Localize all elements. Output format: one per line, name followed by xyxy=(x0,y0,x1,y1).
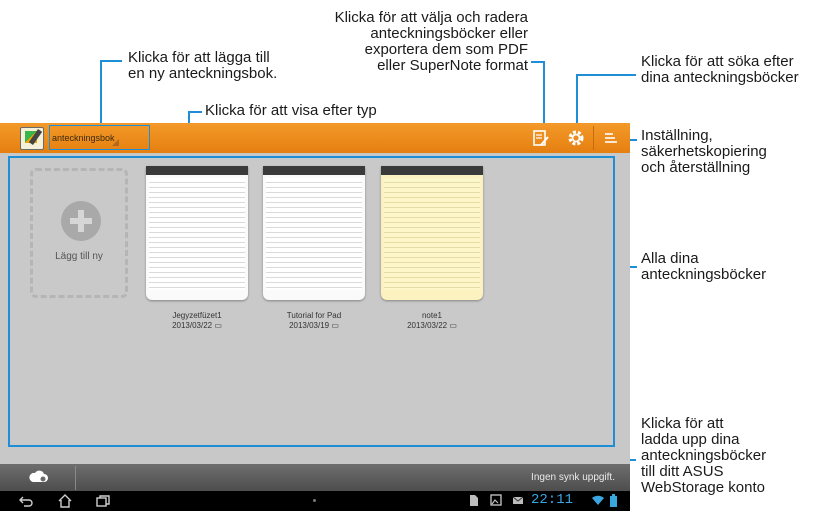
notebook-title: Tutorial for Pad xyxy=(286,311,342,320)
notebook-spine xyxy=(263,166,365,175)
dropdown-triangle-icon xyxy=(112,139,119,146)
leader-line xyxy=(576,74,636,76)
wifi-icon xyxy=(592,495,604,505)
recent-apps-icon[interactable] xyxy=(95,494,111,508)
battery-icon xyxy=(610,494,617,507)
nav-dot xyxy=(313,499,316,502)
mail-icon xyxy=(512,496,524,504)
home-icon[interactable] xyxy=(57,494,73,508)
menu-icon[interactable] xyxy=(601,128,621,148)
system-nav-bar: 22:11 xyxy=(0,491,630,511)
add-notebook-label: Lägg till ny xyxy=(55,251,103,262)
notebook-spine xyxy=(146,166,248,175)
callout-select-delete-export: Klicka för att välja och radera anteckni… xyxy=(334,9,528,74)
document-icon xyxy=(470,495,478,506)
image-icon xyxy=(490,494,502,506)
leader-line xyxy=(100,60,102,125)
notebook-paper xyxy=(266,178,362,290)
supernote-app-icon[interactable] xyxy=(20,127,44,150)
notebook-paper xyxy=(384,178,480,290)
notebook-title: note1 xyxy=(421,311,443,320)
notebook-type-label: anteckningsbok xyxy=(52,133,115,143)
callout-all-notebooks: Alla dina anteckningsböcker xyxy=(641,250,767,283)
callout-view-by-type: Klicka för att visa efter typ xyxy=(205,102,377,119)
plus-icon xyxy=(61,201,101,241)
add-notebook-button[interactable]: Lägg till ny xyxy=(30,168,128,298)
notebook-type-selector[interactable]: anteckningsbok xyxy=(49,125,150,150)
sync-status: Ingen synk uppgift. xyxy=(531,472,615,483)
back-icon[interactable] xyxy=(18,494,34,508)
cloud-upload-icon[interactable] xyxy=(29,469,49,483)
leader-line xyxy=(100,60,122,62)
app-screen: anteckningsbok Lägg till ny Jegyzetfüzet… xyxy=(0,123,630,511)
notebook-item[interactable]: note1 2013/03/22 ▭ xyxy=(381,166,483,330)
notebook-spine xyxy=(381,166,483,175)
notebook-item[interactable]: Jegyzetfüzet1 2013/03/22 ▭ xyxy=(146,166,248,330)
notebook-date: 2013/03/22 ▭ xyxy=(407,321,457,330)
gear-icon[interactable] xyxy=(566,128,586,148)
callout-add-notebook: Klicka för att lägga till en ny anteckni… xyxy=(128,49,278,82)
notebook-grid: Lägg till ny Jegyzetfüzet1 2013/03/22 ▭ … xyxy=(8,156,615,447)
sync-bar: Ingen synk uppgift. xyxy=(0,464,630,491)
notebook-item[interactable]: Tutorial for Pad 2013/03/19 ▭ xyxy=(263,166,365,330)
callout-search: Klicka för att söka efter dina antecknin… xyxy=(641,53,799,86)
leader-line xyxy=(188,111,202,113)
action-bar: anteckningsbok xyxy=(0,123,630,153)
status-clock: 22:11 xyxy=(531,492,574,508)
callout-upload: Klicka för att ladda upp dina anteckning… xyxy=(641,415,767,496)
notebook-title: Jegyzetfüzet1 xyxy=(172,311,222,320)
callout-settings: Inställning, säkerhetskopiering och åter… xyxy=(641,127,767,176)
toolbar-divider xyxy=(593,126,594,150)
notebook-date: 2013/03/22 ▭ xyxy=(172,321,222,330)
notebook-paper xyxy=(149,178,245,290)
notebook-date: 2013/03/19 ▭ xyxy=(289,321,339,330)
edit-icon[interactable] xyxy=(531,128,551,148)
sync-bar-divider xyxy=(75,466,76,490)
